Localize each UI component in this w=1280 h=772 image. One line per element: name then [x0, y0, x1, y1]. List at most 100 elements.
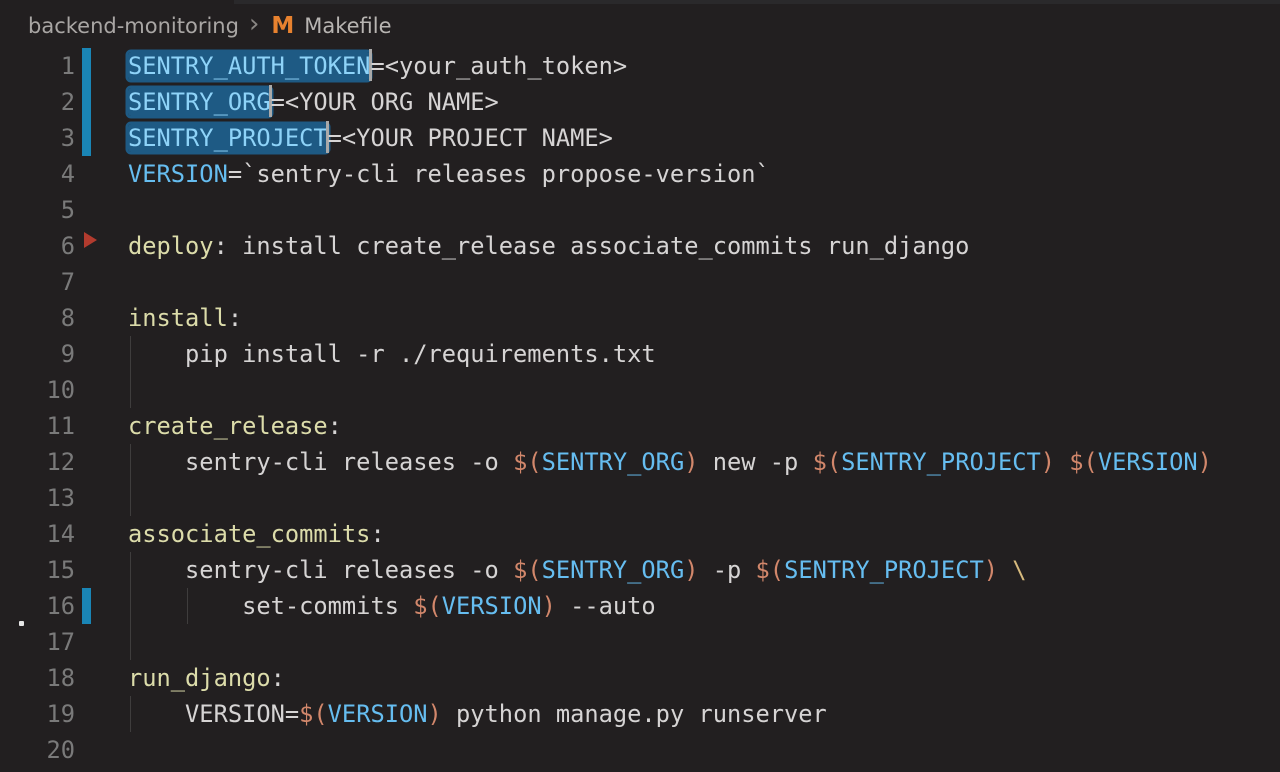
code-line[interactable]: 12 sentry-cli releases -o $( SENTRY_ORG) …	[0, 444, 1280, 480]
indent-guide	[130, 624, 131, 660]
code-line[interactable]: 6deploy: install create_release associat…	[0, 228, 1280, 264]
gutter-decorations	[75, 444, 128, 480]
selected-token: SENTRY_PROJECT	[128, 124, 328, 152]
line-number[interactable]: 1	[0, 48, 75, 84]
breadcrumb-file[interactable]: Makefile	[304, 14, 391, 38]
line-number[interactable]: 7	[0, 264, 75, 300]
code-text: create_release:	[128, 408, 342, 444]
indent-guide	[130, 444, 131, 480]
code-token: run_django	[128, 664, 271, 692]
code-token: sentry-cli releases -o	[128, 448, 513, 476]
code-line[interactable]: 3 SENTRY_PROJECT=<YOUR PROJECT NAME>	[0, 120, 1280, 156]
code-line[interactable]: 7	[0, 264, 1280, 300]
code-line[interactable]: 10	[0, 372, 1280, 408]
code-text: SENTRY_AUTH_TOKEN=<your_auth_token>	[128, 48, 627, 84]
gutter-decorations	[75, 660, 128, 696]
gutter-decorations	[75, 552, 128, 588]
code-token: create_release	[128, 412, 328, 440]
selected-token: SENTRY_AUTH_TOKEN	[128, 52, 370, 80]
line-number[interactable]: 5	[0, 192, 75, 228]
code-token: \	[1012, 556, 1026, 584]
code-line[interactable]: 17	[0, 624, 1280, 660]
code-token: =<YOUR ORG NAME>	[271, 88, 499, 116]
code-token: -p	[698, 556, 755, 584]
code-line[interactable]: 13	[0, 480, 1280, 516]
code-token: $(	[513, 556, 542, 584]
code-line[interactable]: 4VERSION=`sentry-cli releases propose-ve…	[0, 156, 1280, 192]
line-number[interactable]: 6	[0, 228, 75, 264]
makefile-icon: M	[271, 13, 294, 39]
modified-line-indicator	[82, 84, 91, 120]
line-number[interactable]: 3	[0, 120, 75, 156]
code-text: sentry-cli releases -o $(SENTRY_ORG) -p …	[128, 552, 1027, 588]
line-number[interactable]: 9	[0, 336, 75, 372]
code-token: SENTRY_ORG	[542, 448, 685, 476]
code-text: SENTRY_PROJECT=<YOUR PROJECT NAME>	[128, 120, 613, 156]
code-text: pip install -r ./requirements.txt	[128, 336, 656, 372]
stray-cursor-dot	[19, 621, 24, 626]
code-token: =<your_auth_token>	[370, 52, 627, 80]
line-number[interactable]: 14	[0, 516, 75, 552]
line-number[interactable]: 16	[0, 588, 75, 624]
code-line[interactable]: 15 sentry-cli releases -o $(SENTRY_ORG) …	[0, 552, 1280, 588]
code-line[interactable]: 11 create_release:	[0, 408, 1280, 444]
gutter-decorations	[75, 732, 128, 768]
line-number[interactable]: 18	[0, 660, 75, 696]
code-line[interactable]: 5	[0, 192, 1280, 228]
code-line[interactable]: 9 pip install -r ./requirements.txt	[0, 336, 1280, 372]
line-number[interactable]: 2	[0, 84, 75, 120]
code-token: $(	[413, 592, 442, 620]
gutter-decorations	[75, 336, 128, 372]
indent-guide	[187, 588, 188, 624]
modified-line-indicator	[82, 48, 91, 84]
code-token: associate_commits	[128, 520, 370, 548]
code-text: VERSION=$(VERSION) python manage.py runs…	[128, 696, 827, 732]
code-token: )	[984, 556, 998, 584]
code-text: sentry-cli releases -o $( SENTRY_ORG) new…	[128, 444, 1212, 480]
code-line[interactable]: 16 set-commits $(VERSION) --auto	[0, 588, 1280, 624]
code-line[interactable]: 19 VERSION=$(VERSION) python manage.py r…	[0, 696, 1280, 732]
gutter-decorations	[75, 156, 128, 192]
gutter-decorations	[75, 264, 128, 300]
line-number[interactable]: 10	[0, 372, 75, 408]
code-token: VERSION	[1098, 448, 1198, 476]
line-number[interactable]: 19	[0, 696, 75, 732]
chevron-right-icon: ›	[249, 14, 259, 34]
breadcrumb-project[interactable]: backend-monitoring	[28, 14, 239, 38]
code-token: new -p	[698, 448, 812, 476]
gutter-error-arrow-marker	[84, 232, 97, 248]
code-editor[interactable]: 1SENTRY_AUTH_TOKEN=<your_auth_token>2SEN…	[0, 48, 1280, 772]
code-token: )	[1041, 448, 1055, 476]
gutter-decorations	[75, 120, 128, 156]
code-token: :	[370, 520, 384, 548]
line-number[interactable]: 15	[0, 552, 75, 588]
line-number[interactable]: 17	[0, 624, 75, 660]
code-token: VERSION	[442, 592, 542, 620]
code-token: python manage.py runserver	[442, 700, 827, 728]
code-token: pip install -r ./requirements.txt	[128, 340, 656, 368]
line-number[interactable]: 4	[0, 156, 75, 192]
code-text: set-commits $(VERSION) --auto	[128, 588, 656, 624]
code-token: SENTRY_PROJECT	[784, 556, 984, 584]
code-line[interactable]: 18 run_django:	[0, 660, 1280, 696]
line-number[interactable]: 12	[0, 444, 75, 480]
indent-guide	[130, 588, 131, 624]
code-token: $(	[813, 448, 842, 476]
code-token: )	[542, 592, 556, 620]
code-token: SENTRY_ORG	[542, 556, 685, 584]
code-line[interactable]: 1 SENTRY_AUTH_TOKEN=<your_auth_token>	[0, 48, 1280, 84]
code-text: install:	[128, 300, 242, 336]
code-token	[1055, 448, 1069, 476]
code-line[interactable]: 14 associate_commits:	[0, 516, 1280, 552]
code-text: run_django:	[128, 660, 285, 696]
code-line[interactable]: 20	[0, 732, 1280, 768]
line-number[interactable]: 20	[0, 732, 75, 768]
line-number[interactable]: 11	[0, 408, 75, 444]
code-line[interactable]: 2SENTRY_ORG=<YOUR ORG NAME>	[0, 84, 1280, 120]
code-line[interactable]: 8 install:	[0, 300, 1280, 336]
line-number[interactable]: 13	[0, 480, 75, 516]
indent-guide	[130, 696, 131, 732]
line-number[interactable]: 8	[0, 300, 75, 336]
gutter-decorations	[75, 516, 128, 552]
code-token: VERSION	[328, 700, 428, 728]
